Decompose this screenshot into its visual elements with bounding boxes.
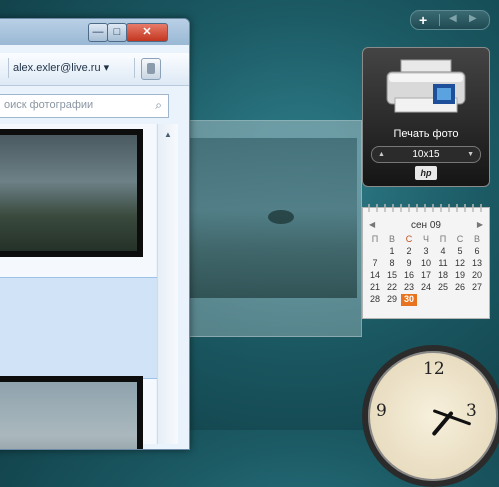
calendar-day[interactable]: 22 [384, 282, 400, 294]
photo-size-value: 10x15 [412, 149, 440, 160]
next-month-icon[interactable]: ▶ [477, 220, 483, 229]
calendar-day[interactable]: 16 [401, 270, 417, 282]
calendar-day[interactable]: 14 [367, 270, 383, 282]
lock-icon [147, 63, 155, 74]
account-menu[interactable]: alex.exler@live.ru ▾ [13, 61, 109, 74]
calendar-weekday: Ч [423, 234, 429, 244]
search-input[interactable]: оиск фотографии ⌕ [0, 94, 169, 118]
calendar-day[interactable]: 25 [435, 282, 451, 294]
calendar-day[interactable]: 13 [469, 258, 485, 270]
calendar-day[interactable]: 12 [452, 258, 468, 270]
calendar-day[interactable]: 19 [452, 270, 468, 282]
calendar-weekday: П [371, 234, 379, 244]
photo-thumbnail[interactable] [0, 129, 143, 257]
clock-numeral-12: 12 [423, 359, 445, 379]
toolbar-divider [134, 58, 135, 78]
calendar-day[interactable]: 28 [367, 294, 383, 306]
calendar-day[interactable]: 17 [418, 270, 434, 282]
calendar-weekday: В [388, 234, 395, 244]
calendar-day[interactable]: 15 [384, 270, 400, 282]
calendar-day [452, 294, 468, 306]
window-toolbar: ▾ alex.exler@live.ru ▾ [0, 53, 189, 86]
calendar-header: ◀ сен 09 ▶ [363, 220, 489, 234]
calendar-day[interactable]: 18 [435, 270, 451, 282]
photo-size-select[interactable]: ▲ 10x15 ▼ [371, 146, 481, 163]
calendar-day[interactable]: 7 [367, 258, 383, 270]
calendar-grid: П В С Ч П С В 1 2 3 4 5 6 7 8 9 10 11 12 13 14 15 16 17 18 19 20 21… [367, 234, 485, 306]
previous-page-icon[interactable]: ◀ [449, 13, 457, 24]
calendar-gadget[interactable]: ◀ сен 09 ▶ П В С Ч П С В 1 2 3 4 5 6 7 8 9 10 11 12 13 14 15 1… [362, 204, 490, 319]
calendar-day[interactable]: 30 [401, 294, 417, 306]
maximize-button[interactable]: □ [107, 23, 127, 42]
photo-gallery-window: — □ ✕ ▾ alex.exler@live.ru ▾ оиск фотогр… [0, 18, 190, 450]
calendar-day[interactable]: 21 [367, 282, 383, 294]
hp-logo: hp [415, 166, 437, 180]
calendar-day[interactable]: 29 [384, 294, 400, 306]
calendar-day[interactable]: 1 [384, 246, 400, 258]
clock-numeral-9: 9 [376, 401, 387, 421]
print-gadget-title: Печать фото [393, 128, 459, 140]
print-photo-gadget[interactable]: Печать фото ▲ 10x15 ▼ hp [362, 47, 490, 187]
account-dropdown-icon: ▾ [103, 62, 110, 74]
photo-thumbnail[interactable] [0, 376, 143, 449]
calendar-day[interactable]: 20 [469, 270, 485, 282]
previous-month-icon[interactable]: ◀ [369, 220, 375, 229]
account-email: alex.exler@live.ru [13, 62, 101, 74]
size-up-arrow-icon[interactable]: ▲ [378, 147, 385, 162]
calendar-day[interactable]: 23 [401, 282, 417, 294]
lock-button[interactable] [141, 58, 161, 80]
add-gadget-button[interactable]: + [419, 11, 427, 29]
scrollbar[interactable]: ▲ [157, 124, 178, 444]
close-button[interactable]: ✕ [126, 23, 168, 42]
calendar-day[interactable]: 9 [401, 258, 417, 270]
calendar-day[interactable]: 2 [401, 246, 417, 258]
window-titlebar[interactable]: — □ ✕ [0, 19, 189, 45]
search-icon[interactable]: ⌕ [155, 98, 162, 113]
calendar-day[interactable]: 11 [435, 258, 451, 270]
printer-icon [386, 59, 466, 113]
calendar-day [435, 294, 451, 306]
sidebar-divider [439, 14, 440, 26]
calendar-weekday: В [473, 234, 480, 244]
minimize-button[interactable]: — [88, 23, 108, 42]
calendar-weekday: П [439, 234, 447, 244]
scroll-up-arrow-icon[interactable]: ▲ [164, 130, 172, 139]
calendar-weekday: С [456, 234, 464, 244]
calendar-day[interactable]: 27 [469, 282, 485, 294]
toolbar-divider [8, 58, 9, 78]
search-placeholder: оиск фотографии [4, 99, 94, 111]
calendar-day[interactable]: 8 [384, 258, 400, 270]
size-down-arrow-icon[interactable]: ▼ [467, 147, 474, 162]
calendar-day [367, 246, 383, 258]
photo-preview-island [268, 210, 294, 224]
calendar-day[interactable]: 6 [469, 246, 485, 258]
calendar-day[interactable]: 5 [452, 246, 468, 258]
calendar-day[interactable]: 4 [435, 246, 451, 258]
calendar-day[interactable]: 3 [418, 246, 434, 258]
calendar-weekday: С [405, 234, 413, 244]
calendar-day [418, 294, 434, 306]
calendar-day[interactable]: 10 [418, 258, 434, 270]
clock-numeral-3: 3 [466, 401, 477, 421]
calendar-spiral [368, 204, 482, 212]
next-page-icon[interactable]: ▶ [469, 13, 477, 24]
calendar-day[interactable]: 26 [452, 282, 468, 294]
selected-thumbnail-band[interactable] [0, 277, 158, 379]
calendar-day[interactable]: 24 [418, 282, 434, 294]
thumbnail-area [0, 124, 158, 449]
clock-gadget[interactable]: 12 3 9 [362, 345, 499, 487]
calendar-month-label: сен 09 [411, 220, 441, 231]
sidebar-controls: + ◀ ▶ [410, 10, 490, 30]
calendar-day [469, 294, 485, 306]
